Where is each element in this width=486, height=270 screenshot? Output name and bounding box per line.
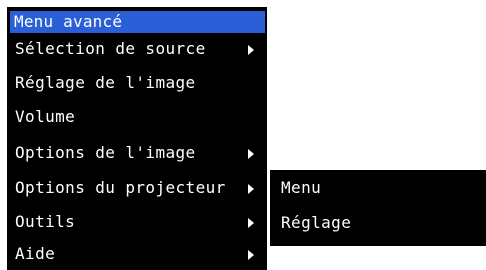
submenu-item-menu[interactable]: Menu [270,173,486,203]
menu-item-volume[interactable]: Volume [7,102,267,132]
menu-item-label: Volume [15,107,76,126]
menu-item-label: Options de l'image [15,143,196,162]
triangle-right-icon [248,149,254,159]
triangle-right-icon [248,250,254,260]
menu-item-label: Options du projecteur [15,178,226,197]
menu-item-help[interactable]: Aide [7,239,267,269]
menu-item-image-adjust[interactable]: Réglage de l'image [7,68,267,98]
menu-item-source-selection[interactable]: Sélection de source [7,34,267,64]
triangle-right-icon [248,45,254,55]
menu-title: Menu avancé [10,11,265,33]
triangle-right-icon [248,218,254,228]
submenu-item-label: Réglage [281,213,352,232]
menu-item-tools[interactable]: Outils [7,207,267,237]
projector-options-submenu: Menu Réglage [270,170,486,246]
menu-item-label: Outils [15,212,76,231]
menu-item-label: Réglage de l'image [15,73,196,92]
menu-item-image-options[interactable]: Options de l'image [7,138,267,168]
advanced-menu: Menu avancé Sélection de source Réglage … [7,7,267,270]
menu-item-label: Sélection de source [15,39,206,58]
menu-item-label: Aide [15,244,56,263]
triangle-right-icon [248,184,254,194]
submenu-item-label: Menu [281,178,322,197]
menu-item-projector-options[interactable]: Options du projecteur [7,173,267,203]
submenu-item-adjust[interactable]: Réglage [270,208,486,238]
